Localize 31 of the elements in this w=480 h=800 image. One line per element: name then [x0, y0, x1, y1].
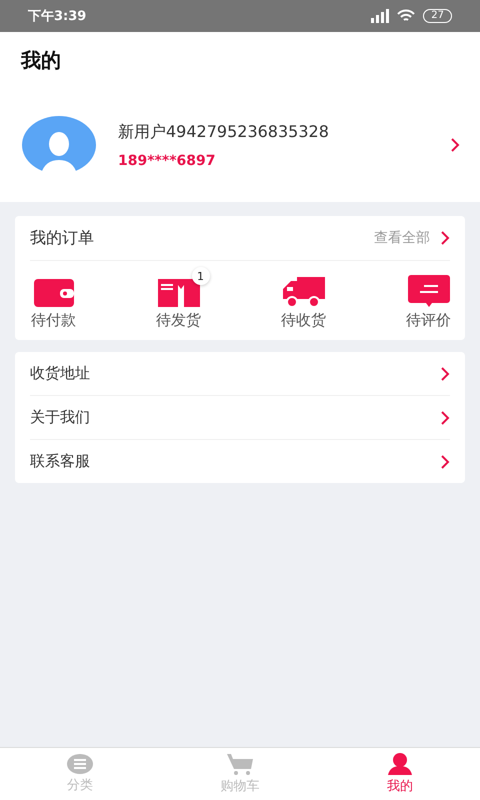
wifi-icon: [397, 9, 416, 23]
order-status-item[interactable]: 待收货: [269, 267, 338, 330]
user-name: 新用户4942795236835328: [118, 122, 330, 142]
user-icon: [388, 753, 412, 775]
order-status-item[interactable]: 待付款: [19, 267, 88, 330]
order-status-item[interactable]: 待评价: [394, 267, 463, 330]
signal-icon: [369, 9, 390, 23]
page-title: 我的: [21, 46, 61, 74]
tab-item[interactable]: 我的: [320, 748, 480, 800]
order-status-item[interactable]: 1 待发货: [144, 267, 213, 330]
chevron-right-icon: [450, 137, 460, 153]
menu-item[interactable]: 收货地址: [30, 352, 450, 396]
status-time: 下午3:39: [28, 8, 86, 25]
comment-icon: [408, 275, 450, 307]
menu-item[interactable]: 关于我们: [30, 396, 450, 440]
chevron-right-icon: [440, 410, 450, 426]
chevron-right-icon: [440, 230, 450, 246]
user-phone: 189****6897: [118, 152, 216, 168]
book-icon: [158, 279, 200, 307]
avatar-icon: [22, 116, 96, 174]
orders-title: 我的订单: [30, 228, 94, 248]
chevron-right-icon: [440, 366, 450, 382]
chevron-right-icon: [440, 454, 450, 470]
wallet-icon: [34, 279, 74, 307]
battery-icon: 27: [423, 9, 452, 23]
menu-item[interactable]: 联系客服: [30, 440, 450, 483]
count-badge: 1: [192, 267, 210, 285]
truck-icon: [282, 277, 324, 307]
menu-icon: [67, 754, 93, 774]
profile-card[interactable]: 新用户4942795236835328 189****6897: [0, 88, 480, 202]
cart-icon: [227, 753, 253, 775]
